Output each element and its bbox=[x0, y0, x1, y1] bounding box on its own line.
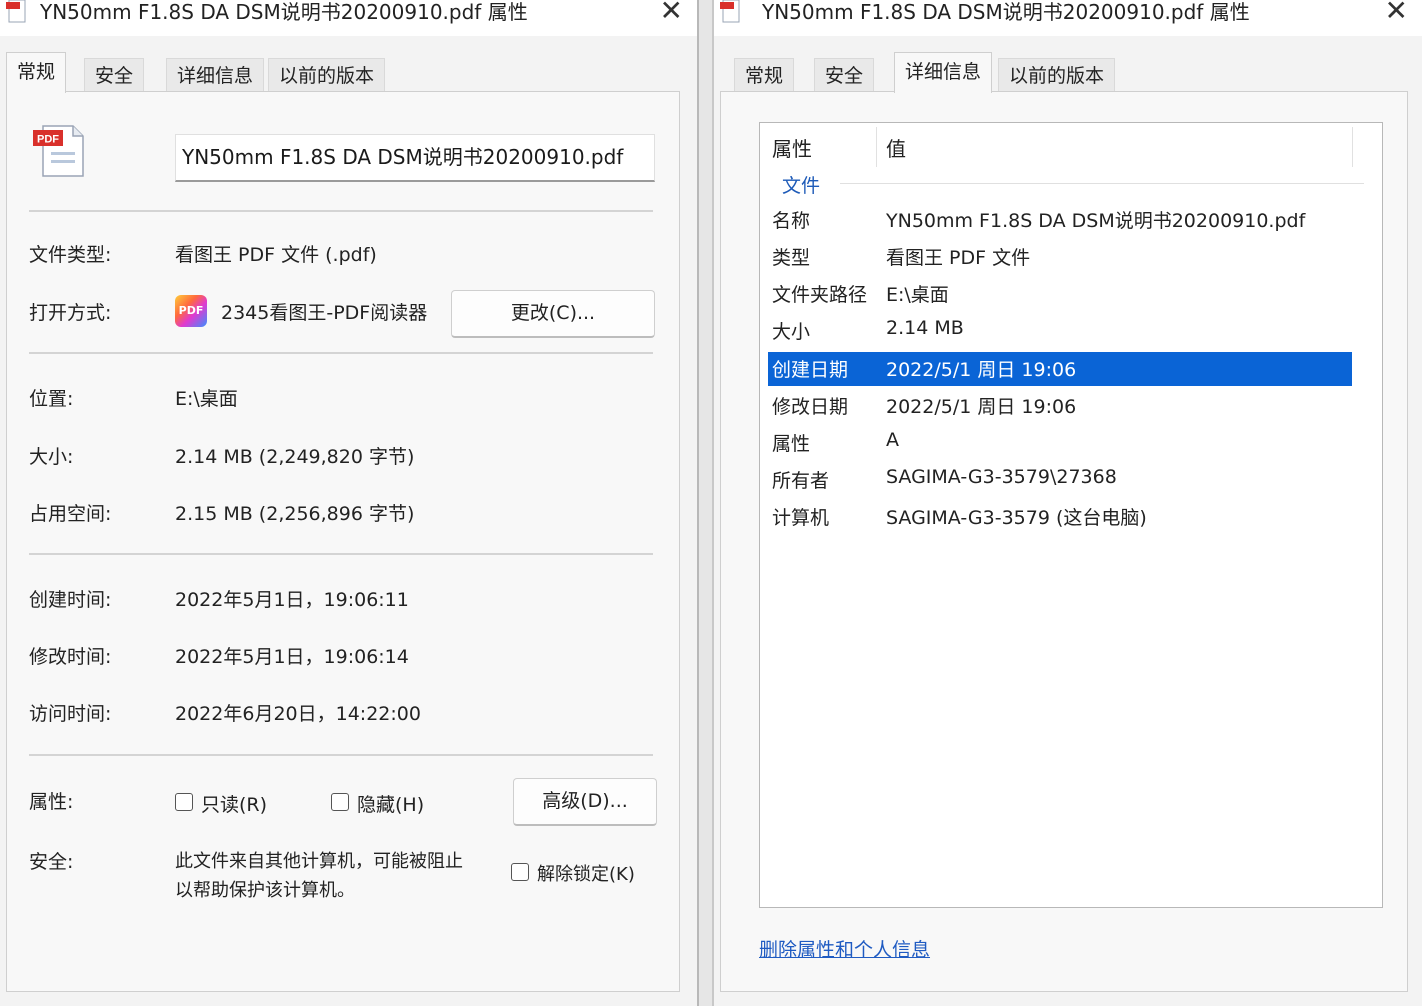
change-button[interactable]: 更改(C)... bbox=[451, 290, 655, 338]
property-list[interactable]: 属性 值 文件 名称 YN50mm F1.8S DA DSM说明书2020091… bbox=[759, 122, 1383, 908]
location-value: E:\桌面 bbox=[175, 388, 238, 410]
file-name-input[interactable]: YN50mm F1.8S DA DSM说明书20200910.pdf bbox=[175, 134, 655, 182]
table-row[interactable]: 修改日期 2022/5/1 周日 19:06 bbox=[768, 389, 1352, 423]
open-with-value: 2345看图王-PDF阅读器 bbox=[221, 302, 428, 324]
disk-size-label: 占用空间: bbox=[29, 503, 112, 525]
properties-window-details: YN50mm F1.8S DA DSM说明书20200910.pdf 属性 ✕ … bbox=[714, 0, 1422, 1006]
pdf-document-icon: PDF bbox=[29, 122, 87, 178]
tab-security[interactable]: 安全 bbox=[84, 58, 145, 93]
row-value: E:\桌面 bbox=[886, 284, 949, 306]
row-value: 2022/5/1 周日 19:06 bbox=[886, 359, 1077, 381]
row-property: 修改日期 bbox=[772, 396, 849, 418]
row-property: 所有者 bbox=[772, 470, 830, 492]
column-header-value[interactable]: 值 bbox=[886, 133, 906, 162]
row-property: 类型 bbox=[772, 247, 811, 269]
table-row[interactable]: 属性 A bbox=[768, 426, 1352, 460]
column-divider[interactable] bbox=[876, 127, 877, 167]
table-row[interactable]: 所有者 SAGIMA-G3-3579\27368 bbox=[768, 463, 1352, 497]
unblock-label[interactable]: 解除锁定(K) bbox=[537, 860, 635, 886]
unblock-checkbox[interactable] bbox=[511, 863, 529, 881]
disk-size-value: 2.15 MB (2,256,896 字节) bbox=[175, 503, 415, 525]
tab-details[interactable]: 详细信息 bbox=[894, 52, 993, 93]
open-with-label: 打开方式: bbox=[29, 302, 112, 324]
table-row-selected[interactable]: 创建日期 2022/5/1 周日 19:06 bbox=[768, 352, 1352, 386]
file-type-label: 文件类型: bbox=[29, 244, 112, 266]
column-header-property[interactable]: 属性 bbox=[772, 133, 812, 162]
tab-general[interactable]: 常规 bbox=[6, 52, 67, 93]
table-row[interactable]: 类型 看图王 PDF 文件 bbox=[768, 240, 1352, 274]
group-line bbox=[840, 183, 1364, 184]
row-property: 文件夹路径 bbox=[772, 284, 868, 306]
pdf-viewer-app-icon: PDF bbox=[175, 295, 207, 327]
close-icon[interactable]: ✕ bbox=[1385, 0, 1408, 27]
table-row[interactable]: 计算机 SAGIMA-G3-3579 (这台电脑) bbox=[768, 500, 1352, 534]
file-type-value: 看图王 PDF 文件 (.pdf) bbox=[175, 244, 377, 266]
row-value: 2022/5/1 周日 19:06 bbox=[886, 396, 1077, 418]
tab-previous-versions[interactable]: 以前的版本 bbox=[998, 58, 1116, 93]
accessed-label: 访问时间: bbox=[29, 703, 112, 725]
created-label: 创建时间: bbox=[29, 589, 112, 611]
separator bbox=[29, 553, 653, 555]
group-header-file: 文件 bbox=[782, 175, 821, 197]
window-gap bbox=[697, 0, 714, 1006]
column-divider[interactable] bbox=[1352, 127, 1353, 167]
location-label: 位置: bbox=[29, 388, 74, 410]
details-panel: 属性 值 文件 名称 YN50mm F1.8S DA DSM说明书2020091… bbox=[720, 91, 1408, 992]
row-value: A bbox=[886, 429, 899, 451]
modified-value: 2022年5月1日，19:06:14 bbox=[175, 646, 409, 668]
attributes-label: 属性: bbox=[29, 791, 74, 813]
tab-security[interactable]: 安全 bbox=[814, 58, 875, 93]
row-property: 名称 bbox=[772, 210, 811, 232]
hidden-label[interactable]: 隐藏(H) bbox=[357, 790, 424, 817]
pdf-file-icon bbox=[6, 0, 26, 23]
tab-previous-versions[interactable]: 以前的版本 bbox=[268, 58, 386, 93]
separator bbox=[29, 352, 653, 354]
modified-label: 修改时间: bbox=[29, 646, 112, 668]
row-property: 创建日期 bbox=[772, 359, 849, 381]
security-warning-line2: 以帮助保护该计算机。 bbox=[175, 880, 355, 901]
pdf-badge: PDF bbox=[37, 134, 59, 146]
table-row[interactable]: 文件夹路径 E:\桌面 bbox=[768, 277, 1352, 311]
remove-properties-link[interactable]: 删除属性和个人信息 bbox=[759, 935, 930, 962]
general-panel: PDF YN50mm F1.8S DA DSM说明书20200910.pdf 文… bbox=[6, 91, 680, 992]
title-bar[interactable]: YN50mm F1.8S DA DSM说明书20200910.pdf 属性 ✕ bbox=[0, 0, 697, 36]
close-icon[interactable]: ✕ bbox=[660, 0, 683, 27]
size-label: 大小: bbox=[29, 446, 74, 468]
tab-details[interactable]: 详细信息 bbox=[166, 58, 265, 93]
row-property: 属性 bbox=[772, 433, 811, 455]
row-value: SAGIMA-G3-3579 (这台电脑) bbox=[886, 507, 1147, 529]
separator bbox=[29, 210, 653, 212]
tab-general[interactable]: 常规 bbox=[734, 58, 795, 93]
readonly-checkbox[interactable] bbox=[175, 793, 193, 811]
row-value: YN50mm F1.8S DA DSM说明书20200910.pdf bbox=[886, 210, 1306, 232]
advanced-button[interactable]: 高级(D)... bbox=[513, 778, 657, 826]
size-value: 2.14 MB (2,249,820 字节) bbox=[175, 446, 415, 468]
security-warning-line1: 此文件来自其他计算机，可能被阻止 bbox=[175, 851, 463, 872]
accessed-value: 2022年6月20日，14:22:00 bbox=[175, 703, 421, 725]
row-value: 看图王 PDF 文件 bbox=[886, 247, 1031, 269]
security-label: 安全: bbox=[29, 851, 74, 873]
properties-window-general: YN50mm F1.8S DA DSM说明书20200910.pdf 属性 ✕ … bbox=[0, 0, 697, 1006]
separator bbox=[29, 754, 653, 756]
created-value: 2022年5月1日，19:06:11 bbox=[175, 589, 409, 611]
pdf-file-icon bbox=[720, 0, 740, 23]
row-property: 计算机 bbox=[772, 507, 830, 529]
row-property: 大小 bbox=[772, 321, 811, 343]
title-bar[interactable]: YN50mm F1.8S DA DSM说明书20200910.pdf 属性 ✕ bbox=[714, 0, 1422, 36]
row-value: SAGIMA-G3-3579\27368 bbox=[886, 466, 1117, 488]
table-row[interactable]: 大小 2.14 MB bbox=[768, 314, 1352, 348]
hidden-checkbox[interactable] bbox=[331, 793, 349, 811]
readonly-label[interactable]: 只读(R) bbox=[201, 790, 267, 817]
table-row[interactable]: 名称 YN50mm F1.8S DA DSM说明书20200910.pdf bbox=[768, 203, 1352, 237]
row-value: 2.14 MB bbox=[886, 317, 964, 339]
window-title: YN50mm F1.8S DA DSM说明书20200910.pdf 属性 bbox=[40, 0, 528, 24]
window-title: YN50mm F1.8S DA DSM说明书20200910.pdf 属性 bbox=[762, 0, 1250, 24]
